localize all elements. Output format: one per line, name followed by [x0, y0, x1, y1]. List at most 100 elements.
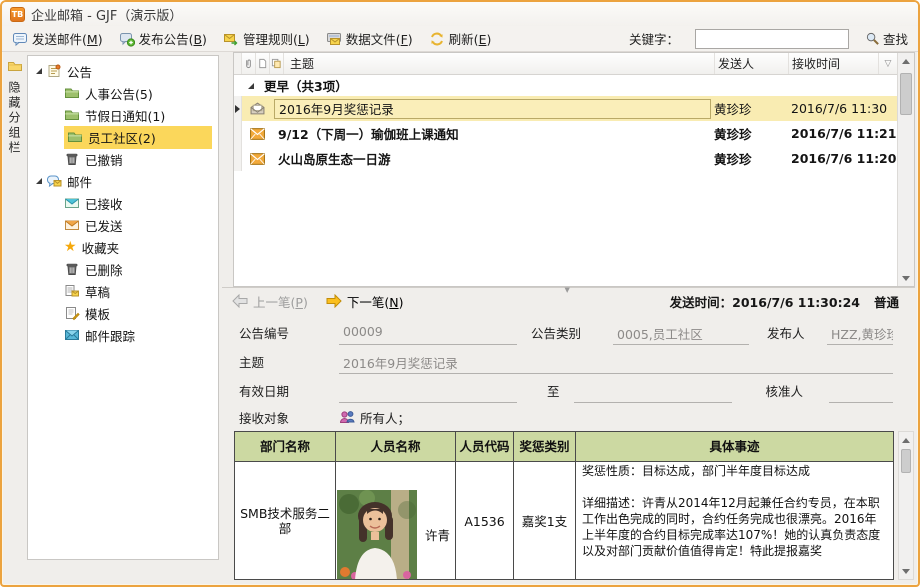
refresh-button[interactable]: 刷新(E) — [429, 29, 492, 48]
search-button[interactable]: 查找 — [865, 29, 908, 48]
message-row[interactable]: 9/12（下周一）瑜伽班上课通知 黄珍珍 2016/7/6 11:21 — [234, 121, 897, 146]
subject-label: 主题 — [239, 352, 339, 374]
manage-rules-button[interactable]: 管理规则(L) — [223, 29, 310, 48]
scrollbar-thumb[interactable] — [900, 73, 912, 115]
sidebar-item-favorites[interactable]: ★ 收藏夹 — [28, 236, 218, 258]
sidebar-item-sent[interactable]: 已发送 — [28, 214, 218, 236]
folder-tree: 公告 人事公告(5) 节假日通知(1) 员工社区(2) 已撤销 邮件 已接 — [27, 55, 219, 560]
scroll-down-button[interactable] — [899, 563, 913, 579]
list-scrollbar[interactable] — [897, 53, 914, 286]
data-file-button[interactable]: 数据文件(F) — [326, 29, 413, 48]
row-indicator — [234, 146, 242, 171]
data-file-icon — [326, 31, 342, 47]
priority-label: 普通 — [874, 292, 899, 311]
app-icon: TB — [10, 7, 25, 22]
scroll-down-button[interactable] — [898, 270, 914, 286]
message-time: 2016/7/6 11:30 — [788, 101, 897, 116]
next-record-button[interactable]: 下一笔(N) — [326, 292, 404, 311]
previous-record-button[interactable]: 上一笔(P) — [232, 292, 308, 311]
send-mail-button[interactable]: 发送邮件(M) — [12, 29, 103, 48]
sidebar-item-templates[interactable]: 模板 — [28, 302, 218, 324]
message-row[interactable]: 火山岛原生态一日游 黄珍珍 2016/7/6 11:20 — [234, 146, 897, 171]
publisher-label: 发布人 — [749, 323, 827, 345]
sidebar-item-deleted[interactable]: 已删除 — [28, 258, 218, 280]
sidebar-item-employee-community[interactable]: 员工社区(2) — [28, 126, 218, 148]
window-title: 企业邮箱 - GJF（演示版） — [31, 5, 182, 24]
publish-announcement-button[interactable]: 发布公告(B) — [119, 29, 207, 48]
cell-details: 奖惩性质：目标达成，部门半年度目标达成 详细描述：许青从2014年12月起兼任合… — [576, 462, 893, 580]
copies-icon — [271, 58, 282, 69]
announcement-no-label: 公告编号 — [239, 323, 339, 345]
message-sender: 黄珍珍 — [711, 124, 788, 143]
group-label: 更早（共3项） — [264, 76, 348, 95]
details-line-2: 详细描述：许青从2014年12月起兼任合约专员，在本职工作出色完成的同时，合约任… — [582, 495, 887, 559]
announcement-icon — [46, 63, 62, 79]
message-subject: 2016年9月奖惩记录 — [274, 99, 711, 119]
employee-photo — [337, 490, 417, 580]
keyword-input[interactable] — [695, 29, 849, 49]
sidebar-item-revoked[interactable]: 已撤销 — [28, 148, 218, 170]
group-expander-icon[interactable] — [248, 83, 254, 89]
mail-received-icon — [64, 195, 80, 211]
expander-icon[interactable] — [36, 68, 42, 74]
collapse-group-bar[interactable]: 隐藏分组栏 — [3, 54, 26, 581]
sidebar-item-label: 草稿 — [85, 282, 110, 301]
sidebar-item-hr-announcements[interactable]: 人事公告(5) — [28, 82, 218, 104]
sidebar-item-mail-tracking[interactable]: 邮件跟踪 — [28, 324, 218, 346]
trash-icon — [64, 261, 80, 277]
copies-column-header[interactable] — [270, 53, 284, 74]
sidebar-item-holiday-notices[interactable]: 节假日通知(1) — [28, 104, 218, 126]
splitter-handle[interactable]: ▼ — [561, 286, 574, 294]
unread-mail-icon — [242, 153, 272, 165]
search-icon — [865, 31, 880, 46]
scroll-up-button[interactable] — [899, 432, 913, 448]
details-line-1: 奖惩性质：目标达成，部门半年度目标达成 — [582, 463, 887, 479]
approver-label: 核准人 — [732, 381, 804, 403]
column-header-subject[interactable]: 主题 — [284, 53, 715, 74]
sidebar-item-announcements[interactable]: 公告 — [28, 60, 218, 82]
message-list: 主题 发送人 接收时间 ▽ 更早（共3项） 2016年9月奖惩记录 黄珍珍 20… — [233, 52, 915, 287]
row-indicator — [234, 121, 242, 146]
reward-table-row: SMB技术服务二部 — [235, 462, 893, 580]
column-header-time[interactable]: 接收时间 — [789, 53, 879, 74]
expander-icon[interactable] — [36, 178, 42, 184]
sidebar-item-label: 人事公告(5) — [85, 84, 153, 103]
sidebar-item-mail[interactable]: 邮件 — [28, 170, 218, 192]
folder-green-icon — [67, 129, 83, 145]
announcement-fields: 公告编号 00009 公告类别 0005,员工社区 发布人 HZZ,黄珍珍 主题… — [222, 316, 893, 431]
sidebar-item-inbox[interactable]: 已接收 — [28, 192, 218, 214]
sidebar-item-label: 模板 — [85, 304, 110, 323]
sidebar-item-label: 员工社区(2) — [88, 128, 156, 147]
title-bar: TB 企业邮箱 - GJF（演示版） — [2, 2, 918, 26]
data-file-label: 数据文件(F) — [346, 29, 413, 48]
to-label: 至 — [517, 381, 574, 403]
col-details: 具体事迹 — [576, 432, 893, 461]
manage-rules-label: 管理规则(L) — [243, 29, 310, 48]
scroll-up-button[interactable] — [898, 53, 914, 69]
page-column-header[interactable] — [256, 53, 270, 74]
mail-bubble-icon — [46, 173, 62, 189]
page-icon — [257, 58, 268, 69]
scrollbar-thumb[interactable] — [901, 449, 911, 473]
valid-date-to-value — [574, 382, 732, 403]
col-reward-category: 奖惩类别 — [514, 432, 576, 461]
sidebar-item-label: 已删除 — [85, 260, 123, 279]
triangle-down-icon — [902, 276, 910, 285]
keyword-label: 关键字： — [629, 29, 679, 48]
message-row[interactable]: 2016年9月奖惩记录 黄珍珍 2016/7/6 11:30 — [234, 96, 897, 121]
table-scrollbar[interactable] — [898, 431, 914, 580]
attachment-column-header[interactable] — [242, 53, 256, 74]
sidebar-item-label: 邮件 — [67, 172, 92, 191]
category-label: 公告类别 — [517, 323, 613, 345]
announcement-no-value: 00009 — [339, 324, 517, 345]
column-header-sender[interactable]: 发送人 — [715, 53, 789, 74]
list-group-header[interactable]: 更早（共3项） — [234, 75, 897, 96]
attachment-icon — [243, 58, 254, 69]
sidebar-item-drafts[interactable]: 草稿 — [28, 280, 218, 302]
message-sender: 黄珍珍 — [711, 99, 788, 118]
message-subject: 火山岛原生态一日游 — [272, 149, 711, 168]
subject-value: 2016年9月奖惩记录 — [339, 353, 893, 374]
list-header: 主题 发送人 接收时间 ▽ — [234, 53, 897, 75]
sort-desc-icon[interactable]: ▽ — [879, 53, 897, 74]
col-person-code: 人员代码 — [456, 432, 514, 461]
